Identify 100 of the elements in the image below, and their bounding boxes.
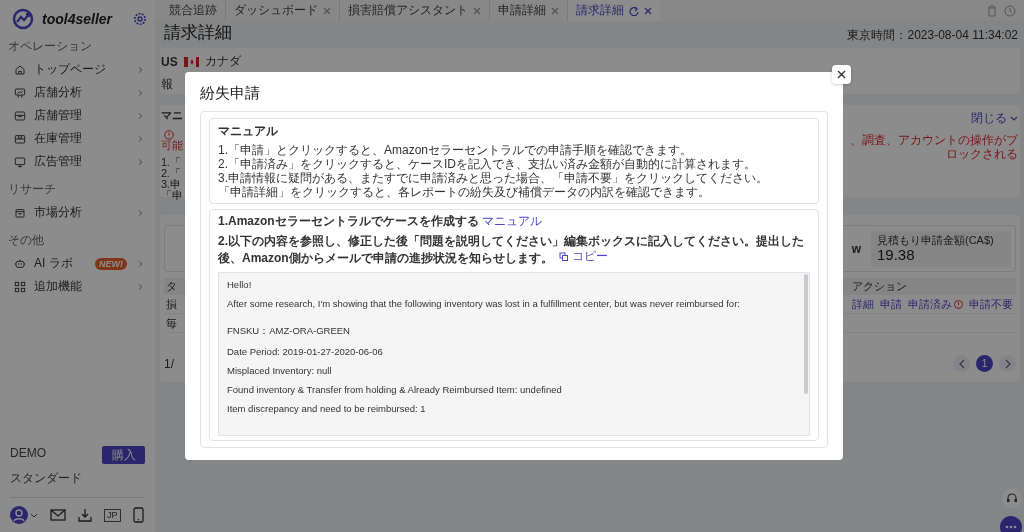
more-icon xyxy=(1005,525,1017,529)
refresh-icon[interactable] xyxy=(629,5,639,16)
close-button[interactable] xyxy=(832,65,851,84)
tab[interactable]: 損害賠償アシスタント xyxy=(340,0,490,21)
sidebar-item[interactable]: 在庫管理 xyxy=(0,127,155,150)
report-label: 報 xyxy=(161,78,173,90)
box-icon xyxy=(14,132,26,145)
manual-line: 3.申 xyxy=(161,179,181,190)
manual-line: 1.「 xyxy=(161,157,181,168)
sidebar-item[interactable]: 店舗管理 xyxy=(0,104,155,127)
tab[interactable]: 競合追跡 xyxy=(161,0,226,21)
mail-icon[interactable] xyxy=(50,508,66,522)
brand-name: tool4seller xyxy=(42,11,114,27)
column-header: タ xyxy=(166,281,177,292)
plan-name: スタンダード xyxy=(10,470,83,487)
manual-line: 「申 xyxy=(161,190,183,201)
phone-icon[interactable] xyxy=(132,507,144,523)
chevron-left-icon xyxy=(958,358,965,369)
total-count: 1/ xyxy=(164,356,174,371)
step-text: 1.Amazonセラーセントラルでケースを作成する マニュアル xyxy=(218,214,543,229)
tab[interactable]: ダッシュボード xyxy=(226,0,340,21)
estimate-value: 19.38 xyxy=(877,245,915,263)
column-header: アクション xyxy=(852,279,907,294)
home-icon xyxy=(14,63,26,76)
flag-icon xyxy=(183,56,199,67)
tokyo-time: 東京時間：2023-08-04 11:34:02 xyxy=(847,27,1018,44)
copy-icon xyxy=(558,251,569,262)
manual-link[interactable]: マニュアル xyxy=(482,214,542,228)
section-title: オペレーション xyxy=(7,38,93,55)
close-icon[interactable] xyxy=(323,6,331,15)
monitor-icon xyxy=(14,155,26,168)
next-page-button[interactable] xyxy=(999,355,1016,372)
logo-icon xyxy=(12,8,34,30)
close-icon[interactable] xyxy=(551,6,559,15)
table-cell: 毎 xyxy=(166,317,177,329)
country-name: カナダ xyxy=(204,53,241,70)
action-link[interactable]: 申請済み xyxy=(908,296,963,312)
page-title: 請求詳細 xyxy=(164,22,232,44)
section-title: その他 xyxy=(7,232,45,249)
account-name: DEMO xyxy=(10,446,47,462)
action-link[interactable]: 詳細 xyxy=(852,296,874,312)
support-button[interactable] xyxy=(1002,488,1022,508)
marketplace-code: US xyxy=(161,54,178,69)
panel-title: マニ xyxy=(161,110,183,121)
download-icon[interactable] xyxy=(78,508,92,522)
store-icon xyxy=(14,109,26,122)
manual-line: 3.申請情報に疑問がある、またすでに申請済みと思った場合、「申請不要」をクリックしてください。 xyxy=(218,171,769,185)
avatar-icon[interactable] xyxy=(10,506,28,524)
section-title: リサーチ xyxy=(7,181,57,198)
chevron-right-icon xyxy=(137,88,143,97)
manual-title: マニュアル xyxy=(218,123,279,140)
chevron-right-icon xyxy=(137,111,143,120)
close-icon[interactable] xyxy=(644,6,652,15)
headset-icon xyxy=(1006,492,1018,504)
collapse-link[interactable]: 閉じる xyxy=(971,110,1018,127)
chevron-right-icon xyxy=(137,65,143,74)
copy-link[interactable]: コピー xyxy=(558,249,608,264)
chevron-right-icon xyxy=(137,134,143,143)
sidebar-item[interactable]: 広告管理 xyxy=(0,150,155,173)
sidebar-item[interactable]: トップページ xyxy=(0,58,155,81)
action-link[interactable]: 申請 xyxy=(880,296,902,312)
warning-text: 可能 xyxy=(161,140,183,151)
caret-down-icon xyxy=(30,512,38,518)
previous-page-button[interactable] xyxy=(953,355,970,372)
grid-icon xyxy=(14,280,26,293)
stat-label: w xyxy=(851,241,861,256)
robot-icon xyxy=(14,257,26,270)
chevron-right-icon xyxy=(137,259,143,268)
settings-icon[interactable] xyxy=(133,12,147,26)
manual-line: 「申請詳細」をクリックすると、各レポートの紛失及び補償データの内訳を確認できます。 xyxy=(218,185,711,199)
sidebar-item[interactable]: 追加機能 xyxy=(0,275,155,298)
table-cell: 損 xyxy=(166,298,177,310)
sidebar-item[interactable]: 市場分析 xyxy=(0,201,155,224)
info-icon xyxy=(954,299,963,309)
estimate-label: 見積もり申請金額(CA$) xyxy=(877,233,994,246)
sidebar-item[interactable]: 店舗分析 xyxy=(0,81,155,104)
close-icon xyxy=(837,70,846,79)
presentation-icon xyxy=(14,86,26,99)
manual-line: 2.「 xyxy=(161,168,181,179)
chevron-right-icon xyxy=(137,282,143,291)
chevron-right-icon xyxy=(137,208,143,217)
chevron-down-icon xyxy=(1010,115,1018,122)
language-badge[interactable]: JP xyxy=(104,508,121,522)
chevron-right-icon xyxy=(137,157,143,166)
message-box[interactable]: Hello! After some research, I'm showing that the following inventory was lost in a fulfillment center, but was never reimbursed for: FNSKU：AMZ-ORA-GREEN Date Period: 2019-01-27-2020-06-06 Misplaced Inventory: null Found inventory & Transfer from holding & Already Reimbursed Item: undefined Item discrepancy and need to be reimbursed: 1 xyxy=(218,271,810,436)
warning-text: 、調査、アカウントの操作がブロックされる xyxy=(849,133,1018,161)
new-badge: NEW! xyxy=(95,257,127,270)
buy-button[interactable]: 購入 xyxy=(102,446,145,464)
modal-title: 紛失申請 xyxy=(200,84,261,103)
tab[interactable]: 請求詳細 xyxy=(568,0,660,21)
action-link[interactable]: 申請不要 xyxy=(969,296,1013,312)
manual-line: 1.「申請」とクリックすると、Amazonセラーセントラルでの申請手順を確認できます。 xyxy=(218,143,694,157)
bag-icon xyxy=(14,206,26,219)
warning-icon xyxy=(164,130,174,140)
close-icon[interactable] xyxy=(473,6,481,15)
sidebar-item[interactable]: AI ラボ NEW! xyxy=(0,252,155,275)
chevron-right-icon xyxy=(1004,358,1011,369)
manual-line: 2.「申請済み」をクリックすると、ケースIDを記入でき、支払い済み金額が自動的に計算されます。 xyxy=(218,157,757,171)
page-button[interactable]: 1 xyxy=(976,355,993,372)
more-button[interactable] xyxy=(1000,516,1022,532)
